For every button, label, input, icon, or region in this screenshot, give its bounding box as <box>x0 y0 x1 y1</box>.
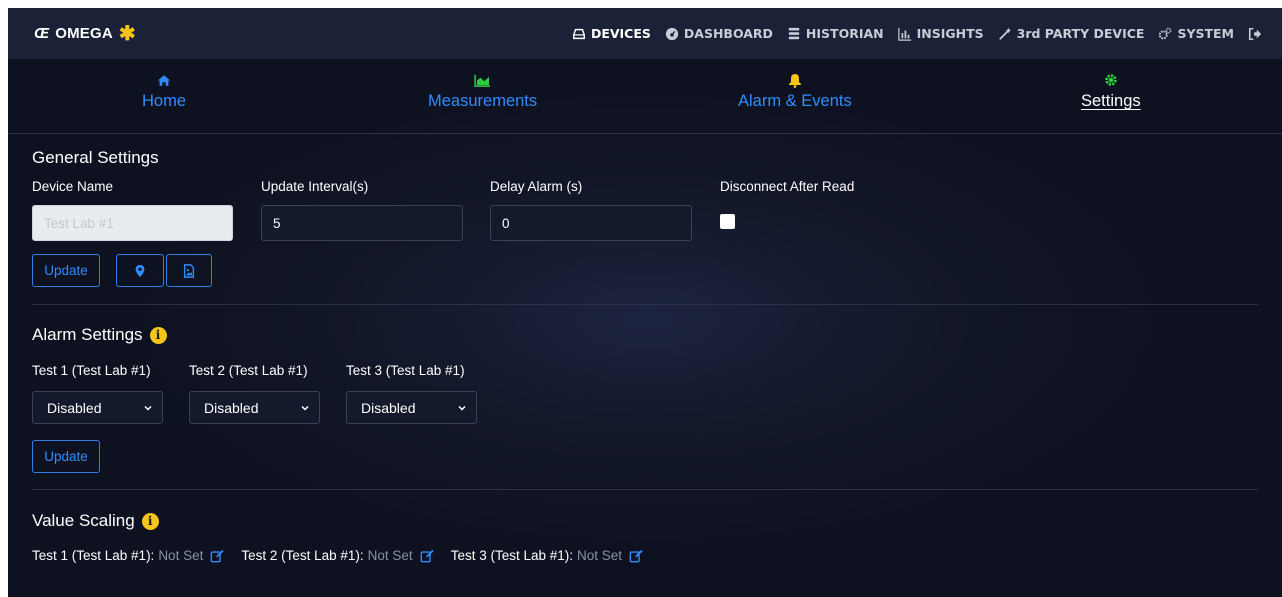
scaling-item-value: Not Set <box>577 548 623 563</box>
general-update-button[interactable]: Update <box>32 254 100 287</box>
logo-text: OMEGA <box>55 25 113 42</box>
delay-alarm-label: Delay Alarm (s) <box>490 179 583 194</box>
map-marker-icon <box>135 264 145 277</box>
alarm-channel-1-value: Disabled <box>47 399 102 416</box>
chevron-down-icon <box>458 405 466 411</box>
scaling-item-label: Test 3 (Test Lab #1): <box>450 548 573 563</box>
tab-settings[interactable]: Settings <box>1081 70 1141 111</box>
alarm-channel-3-label: Test 3 (Test Lab #1) <box>346 363 465 378</box>
gear-icon <box>1105 74 1117 86</box>
edit-icon[interactable] <box>629 549 643 563</box>
general-settings-title: General Settings <box>32 148 159 168</box>
dashboard-icon <box>665 27 679 40</box>
alarm-update-button[interactable]: Update <box>32 440 100 473</box>
nav-third-party-label: 3rd PARTY DEVICE <box>1016 26 1145 41</box>
hdd-icon <box>572 28 585 39</box>
value-scaling-title-text: Value Scaling <box>32 511 135 530</box>
logo-mark: Œ <box>34 25 50 42</box>
database-icon <box>788 27 800 39</box>
nav-system-label: SYSTEM <box>1177 26 1234 41</box>
tab-home-label: Home <box>142 92 187 110</box>
tab-home[interactable]: Home <box>142 70 186 111</box>
general-settings-title-text: General Settings <box>32 148 159 167</box>
set-location-button[interactable] <box>116 254 164 287</box>
scaling-item-value: Not Set <box>367 548 413 563</box>
chevron-down-icon <box>301 405 309 411</box>
update-interval-label: Update Interval(s) <box>261 179 369 194</box>
device-name-label: Device Name <box>32 179 114 194</box>
nav-devices[interactable]: DEVICES <box>572 26 651 41</box>
nav-dashboard-label: DASHBOARD <box>683 26 773 41</box>
alarm-channel-2-label: Test 2 (Test Lab #1) <box>189 363 308 378</box>
bar-chart-icon <box>897 27 911 41</box>
home-icon <box>157 74 171 86</box>
delay-alarm-input[interactable]: 0 <box>490 205 692 241</box>
nav-historian[interactable]: HISTORIAN <box>787 26 884 41</box>
cogs-icon <box>1159 27 1172 39</box>
top-navbar: Œ OMEGA ✱ DEVICES DASHBOARD HISTORIAN IN… <box>8 8 1282 59</box>
tab-measurements-label: Measurements <box>428 92 538 110</box>
disconnect-after-read-checkbox[interactable] <box>720 214 735 229</box>
nav-historian-label: HISTORIAN <box>805 26 884 41</box>
tab-settings-label: Settings <box>1081 92 1141 110</box>
scaling-item-value: Not Set <box>158 548 204 563</box>
info-icon[interactable]: i <box>141 512 159 530</box>
logo-star-icon: ✱ <box>118 22 136 45</box>
value-scaling-list: Test 1 (Test Lab #1): Not Set Test 2 (Te… <box>32 548 643 563</box>
sign-out-icon <box>1248 27 1262 40</box>
alarm-settings-title-text: Alarm Settings <box>32 325 143 344</box>
magic-wand-icon <box>998 27 1011 40</box>
tab-alarm-events[interactable]: Alarm & Events <box>738 70 852 111</box>
alarm-settings-title: Alarm Settings i <box>32 325 167 345</box>
bell-icon <box>788 73 801 88</box>
divider <box>32 304 1258 305</box>
app-frame: Œ OMEGA ✱ DEVICES DASHBOARD HISTORIAN IN… <box>8 8 1282 597</box>
nav-system[interactable]: SYSTEM <box>1158 26 1234 41</box>
edit-icon[interactable] <box>420 549 434 563</box>
info-icon[interactable]: i <box>149 326 167 344</box>
logout-button[interactable] <box>1248 27 1262 41</box>
scaling-item-label: Test 1 (Test Lab #1): <box>32 548 155 563</box>
alarm-channel-2-select[interactable]: Disabled <box>189 391 320 424</box>
scaling-item: Test 3 (Test Lab #1): Not Set <box>451 548 643 563</box>
value-scaling-title: Value Scaling i <box>32 511 159 531</box>
device-tabs: Home Measurements Alarm & Events Setting… <box>8 70 1282 134</box>
tab-alarm-events-label: Alarm & Events <box>738 92 852 110</box>
device-name-input[interactable]: Test Lab #1 <box>32 205 233 241</box>
disconnect-after-read-label: Disconnect After Read <box>720 179 855 194</box>
nav-insights[interactable]: INSIGHTS <box>897 26 984 41</box>
alarm-channel-2-value: Disabled <box>204 399 259 416</box>
alarm-channel-1-label: Test 1 (Test Lab #1) <box>32 363 151 378</box>
tab-measurements[interactable]: Measurements <box>428 70 537 111</box>
nav-insights-label: INSIGHTS <box>916 26 984 41</box>
area-chart-icon <box>474 74 490 87</box>
chevron-down-icon <box>144 405 152 411</box>
nav-devices-label: DEVICES <box>590 26 651 41</box>
nav-dashboard[interactable]: DASHBOARD <box>665 26 773 41</box>
divider <box>32 489 1258 490</box>
set-image-button[interactable] <box>166 254 212 287</box>
scaling-item: Test 1 (Test Lab #1): Not Set <box>32 548 224 563</box>
nav-third-party[interactable]: 3rd PARTY DEVICE <box>998 26 1145 41</box>
alarm-channel-1-select[interactable]: Disabled <box>32 391 163 424</box>
omega-logo[interactable]: Œ OMEGA ✱ <box>34 24 136 44</box>
scaling-item-label: Test 2 (Test Lab #1): <box>241 548 364 563</box>
alarm-channel-3-select[interactable]: Disabled <box>346 391 477 424</box>
edit-icon[interactable] <box>210 549 224 563</box>
alarm-channel-3-value: Disabled <box>361 399 416 416</box>
main-nav: DEVICES DASHBOARD HISTORIAN INSIGHTS 3rd… <box>572 26 1262 41</box>
update-interval-input[interactable]: 5 <box>261 205 463 241</box>
image-file-icon <box>183 263 195 278</box>
scaling-item: Test 2 (Test Lab #1): Not Set <box>241 548 434 563</box>
